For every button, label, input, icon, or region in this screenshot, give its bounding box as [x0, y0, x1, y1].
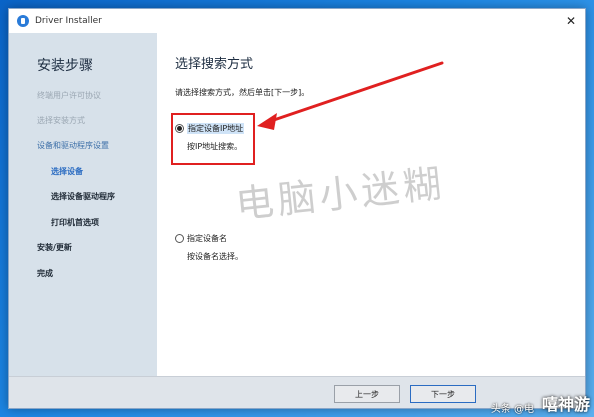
red-highlight-box: [171, 113, 255, 165]
step-install-update: 安装/更新: [37, 243, 72, 252]
step-install-method: 选择安装方式: [37, 116, 85, 125]
option-device-name-desc: 按设备名选择。: [187, 252, 243, 261]
step-device-driver-settings: 设备和驱动程序设置: [37, 141, 109, 150]
steps-sidebar: 安装步骤 终端用户许可协议 选择安装方式 设备和驱动程序设置 选择设备 选择设备…: [9, 33, 157, 378]
instruction-text: 请选择搜索方式，然后单击[下一步]。: [175, 88, 310, 97]
step-license: 终端用户许可协议: [37, 91, 101, 100]
source-credit: 头条 @电: [490, 404, 534, 415]
step-select-device: 选择设备: [51, 167, 83, 176]
step-printer-preferences: 打印机首选项: [51, 218, 99, 227]
option-device-name-label[interactable]: 指定设备名: [187, 233, 227, 244]
step-finish: 完成: [37, 269, 53, 278]
driver-installer-window: Driver Installer ✕ 安装步骤 终端用户许可协议 选择安装方式 …: [8, 8, 586, 409]
printer-app-icon: [17, 15, 29, 27]
main-panel: 选择搜索方式 请选择搜索方式，然后单击[下一步]。 指定设备IP地址 按IP地址…: [157, 33, 585, 378]
step-select-driver: 选择设备驱动程序: [51, 192, 115, 201]
sidebar-title: 安装步骤: [37, 58, 93, 74]
watermark-text: 电脑小迷糊: [233, 161, 448, 227]
window-title: Driver Installer: [35, 16, 102, 26]
radio-device-name[interactable]: [175, 234, 184, 243]
next-button[interactable]: 下一步: [410, 385, 476, 403]
title-bar[interactable]: Driver Installer ✕: [9, 9, 585, 33]
option-device-name[interactable]: 指定设备名: [175, 233, 227, 244]
site-logo-stamp: 嘻神游: [541, 395, 590, 414]
close-button[interactable]: ✕: [557, 10, 585, 32]
page-title: 选择搜索方式: [175, 57, 254, 72]
back-button[interactable]: 上一步: [334, 385, 400, 403]
